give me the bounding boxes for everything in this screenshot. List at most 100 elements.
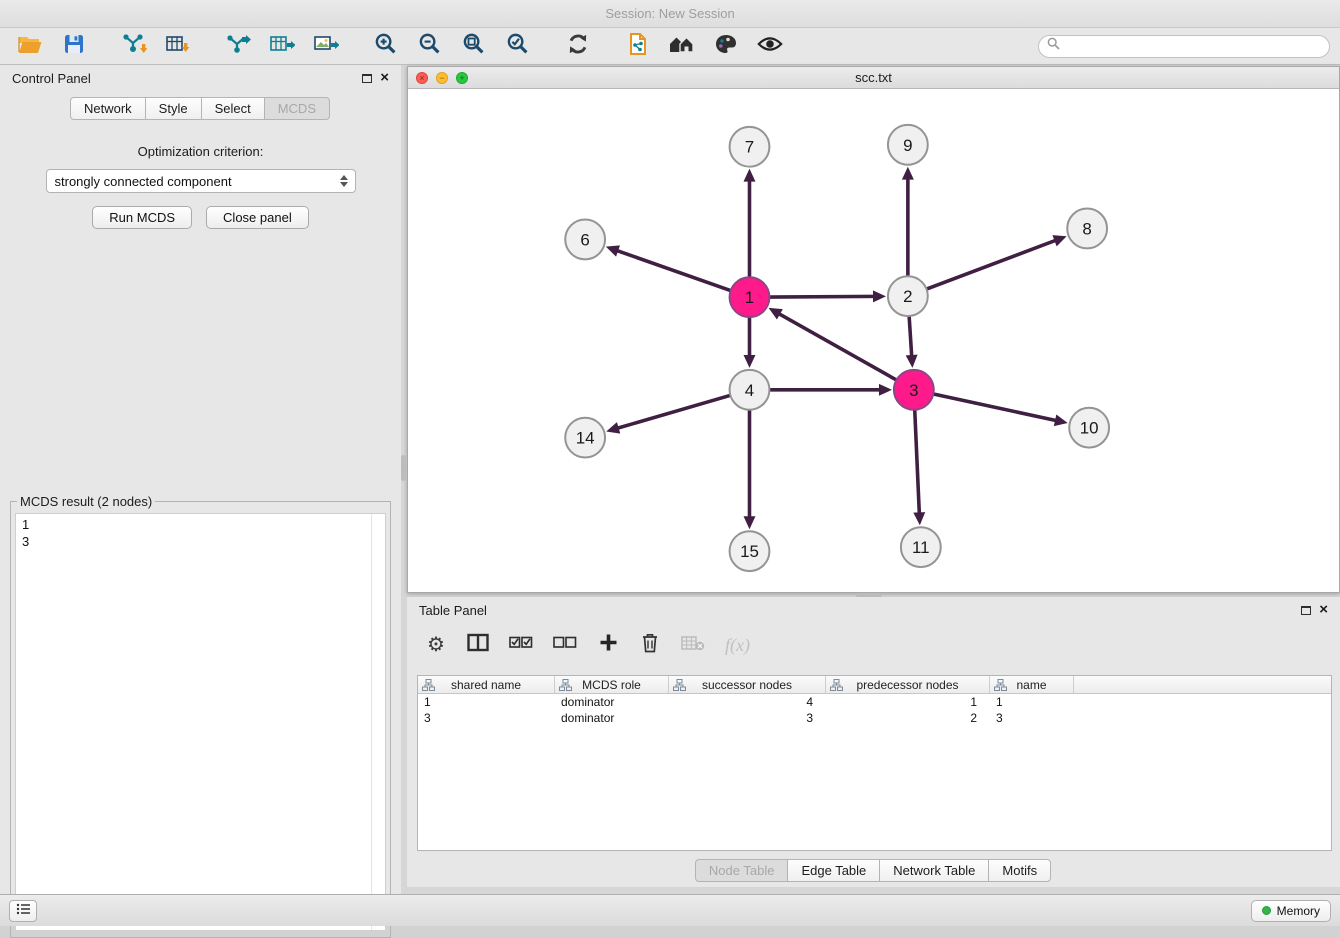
export-network-button[interactable] [218,31,258,61]
float-panel-icon[interactable] [362,74,372,83]
graph-edge-2-8[interactable] [926,239,1060,289]
column-header-name[interactable]: name [990,676,1074,693]
table-cell: 3 [990,710,1074,726]
open-session-button[interactable] [10,31,50,61]
column-header-predecessor-nodes[interactable]: predecessor nodes [826,676,990,693]
memory-status-icon [1262,906,1271,915]
table-tab-edge-table[interactable]: Edge Table [787,859,880,882]
select-all-rows-button[interactable] [509,632,533,658]
table-tab-motifs[interactable]: Motifs [988,859,1051,882]
graph-edge-3-10[interactable] [932,394,1060,422]
zoom-fit-button[interactable] [454,31,494,61]
tab-network[interactable]: Network [70,97,146,120]
graph-edge-arrowhead [906,355,918,368]
save-icon [63,33,85,60]
mcds-result-fieldset: MCDS result (2 nodes) 13 [10,494,391,938]
plus-icon [599,633,618,657]
minimize-window-icon[interactable]: − [436,72,448,84]
graph-edge-3-1[interactable] [776,312,898,381]
close-table-panel-icon[interactable]: × [1319,605,1328,615]
optimization-value: strongly connected component [55,174,232,189]
import-network-button[interactable] [114,31,154,61]
zoom-fit-icon [462,32,486,61]
tab-mcds[interactable]: MCDS [264,97,330,120]
graph-edge-1-2[interactable] [768,296,878,297]
zoom-selected-button[interactable] [498,31,538,61]
zoom-selected-icon [506,32,530,61]
import-table-button[interactable] [158,31,198,61]
zoom-in-button[interactable] [366,31,406,61]
zoom-out-icon [418,32,442,61]
table-row[interactable]: 3dominator323 [418,710,1331,726]
graph-edge-2-3[interactable] [909,315,912,360]
export-image-button[interactable] [306,31,346,61]
graph-edge-arrowhead [744,355,756,368]
add-column-button[interactable] [597,632,619,658]
column-layout-button[interactable] [467,632,489,658]
tab-select[interactable]: Select [201,97,265,120]
graph-node-label: 10 [1080,419,1099,438]
window-titlebar: Session: New Session [0,0,1340,28]
close-panel-icon[interactable]: × [380,73,389,83]
zoom-in-icon [374,32,398,61]
run-mcds-button[interactable]: Run MCDS [92,206,192,229]
graph-edge-arrowhead [744,516,756,529]
search-box[interactable] [1038,35,1330,58]
table-options-button[interactable]: ⚙ [425,632,447,658]
close-panel-button[interactable]: Close panel [206,206,309,229]
export-table-icon [269,33,295,60]
network-document-button[interactable] [618,31,658,61]
graph-node-label: 2 [903,287,912,306]
graph-edge-1-6[interactable] [613,249,731,291]
select-spinner-icon [337,175,351,187]
save-session-button[interactable] [54,31,94,61]
graph-edge-3-11[interactable] [915,409,920,518]
zoom-window-icon[interactable]: + [456,72,468,84]
trash-icon [641,632,659,658]
table-tab-network-table[interactable]: Network Table [879,859,989,882]
select-all-icon [509,635,533,655]
tab-style[interactable]: Style [145,97,202,120]
show-graphics-button[interactable] [750,31,790,61]
search-input[interactable] [1065,39,1321,53]
close-window-icon[interactable]: × [416,72,428,84]
network-canvas[interactable]: 7968124314101511 [408,89,1339,592]
graph-node-label: 7 [745,138,754,157]
delete-column-button[interactable] [639,632,661,658]
graph-edge-arrowhead [902,167,914,180]
deselect-all-rows-button[interactable] [553,632,577,658]
graph-edge-4-14[interactable] [614,395,731,429]
list-icon [16,903,31,918]
export-table-button[interactable] [262,31,302,61]
network-window-title: scc.txt [855,70,892,85]
home-button[interactable] [662,31,702,61]
column-header-shared-name[interactable]: shared name [418,676,555,693]
column-header-successor-nodes[interactable]: successor nodes [669,676,826,693]
graph-node-label: 8 [1082,219,1091,238]
mcds-result-line: 3 [22,533,379,550]
table-row[interactable]: 1dominator411 [418,694,1331,710]
table-panel-title: Table Panel [419,603,487,618]
columns-icon [467,633,489,657]
status-menu-button[interactable] [9,900,37,922]
delete-table-button [681,632,705,658]
mcds-result-box[interactable]: 13 [15,513,386,931]
vertical-splitter-handle[interactable] [401,455,406,481]
graph-edge-arrowhead [606,422,620,433]
palette-icon [714,33,738,60]
optimization-select[interactable]: strongly connected component [46,169,356,193]
zoom-out-button[interactable] [410,31,450,61]
app-window: Session: New Session Control Panel × Net… [0,0,1340,926]
export-image-icon [313,33,339,60]
column-header-mcds-role[interactable]: MCDS role [555,676,669,693]
table-tab-node-table[interactable]: Node Table [695,859,789,882]
refresh-view-button[interactable] [558,31,598,61]
result-scrollbar-track[interactable] [371,514,385,930]
style-paint-button[interactable] [706,31,746,61]
table-panel: Table Panel × ⚙f(x) shared nameMCDS role… [407,597,1340,887]
float-table-panel-icon[interactable] [1301,606,1311,615]
table-cell: 3 [669,710,826,726]
memory-button[interactable]: Memory [1251,900,1331,922]
table-cell: dominator [555,694,669,710]
graph-edge-arrowhead [606,245,620,256]
